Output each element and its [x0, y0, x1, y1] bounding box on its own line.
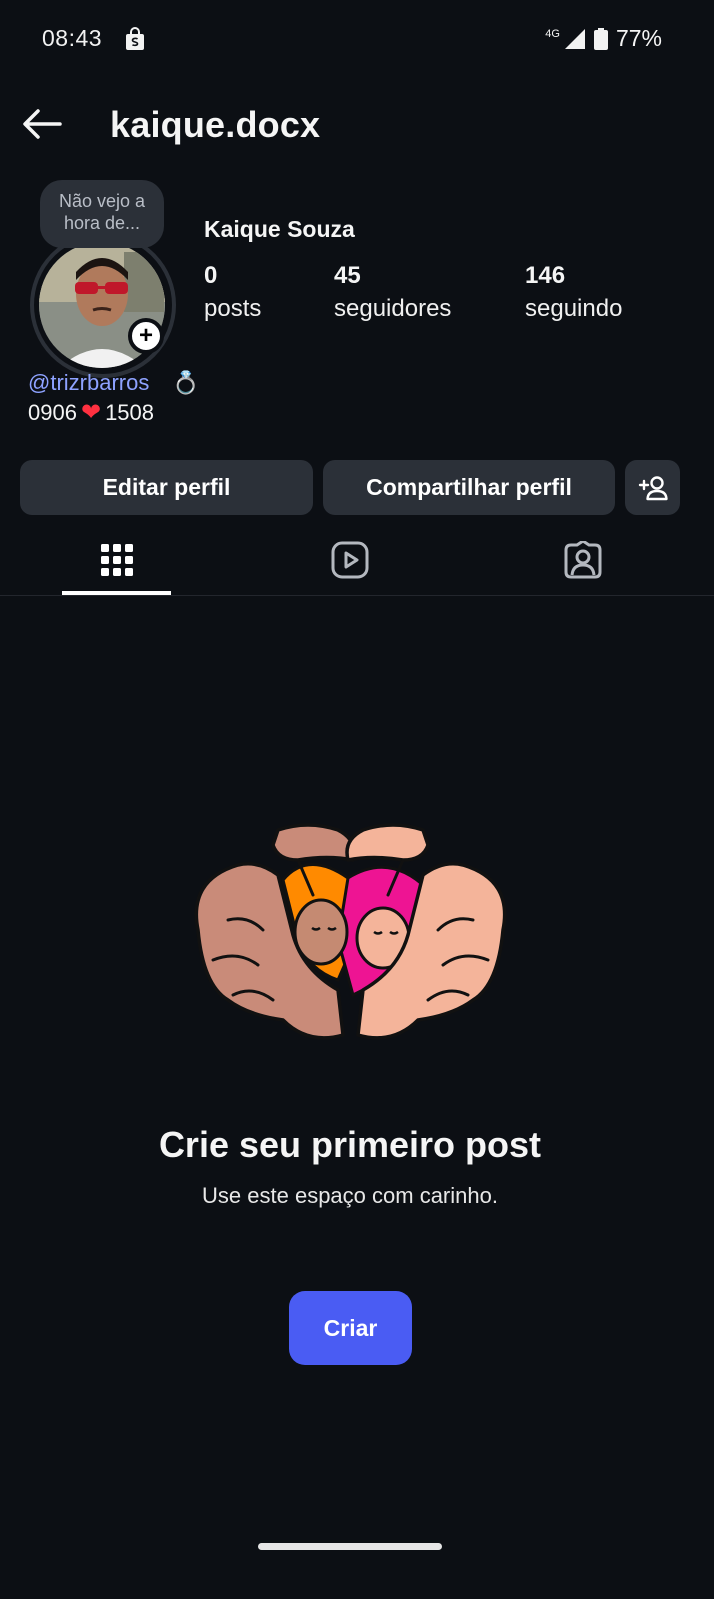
followers-count[interactable]: 45 [334, 262, 361, 290]
following-count[interactable]: 146 [525, 262, 565, 290]
shopping-bag-icon [126, 27, 144, 50]
home-indicator[interactable] [258, 1543, 442, 1550]
bio-line-dates: 0906 ❤ 1508 [28, 398, 154, 427]
heart-hands-illustration [194, 823, 507, 1040]
edit-profile-button[interactable]: Editar perfil [20, 460, 313, 515]
status-time: 08:43 [42, 25, 103, 51]
tagged-person-icon [564, 541, 602, 579]
add-story-plus-icon[interactable]: + [128, 318, 164, 354]
heart-emoji: ❤ [80, 399, 102, 426]
signal-icon [564, 28, 585, 49]
status-indicators: 4G 77% [545, 25, 662, 52]
empty-state-subtitle: Use este espaço com carinho. [202, 1183, 498, 1208]
battery-icon [593, 27, 608, 50]
note-bubble[interactable]: Não vejo a hora de... [40, 180, 164, 248]
posts-count[interactable]: 0 [204, 262, 217, 290]
back-arrow-icon[interactable] [22, 108, 62, 140]
tab-posts-grid[interactable] [62, 530, 172, 590]
discover-people-button[interactable] [625, 460, 680, 515]
posts-label[interactable]: posts [204, 295, 261, 323]
tabs-divider [0, 595, 714, 596]
display-name: Kaique Souza [204, 216, 355, 242]
following-label[interactable]: seguindo [525, 295, 622, 323]
active-tab-indicator [62, 591, 171, 595]
network-type: 4G [545, 28, 560, 40]
share-profile-button[interactable]: Compartilhar perfil [323, 460, 615, 515]
battery-percent: 77% [615, 25, 662, 51]
create-post-button[interactable]: Criar [289, 1291, 412, 1365]
followers-label[interactable]: seguidores [334, 295, 451, 323]
empty-state-title: Crie seu primeiro post [158, 1124, 542, 1165]
bio-mention-link[interactable]: @trizrbarros [28, 370, 149, 396]
reels-icon [331, 541, 369, 579]
ring-emoji: 💍 [172, 370, 200, 395]
tab-reels[interactable] [295, 530, 405, 590]
profile-username: kaique.docx [110, 104, 321, 145]
grid-icon [101, 544, 133, 576]
add-person-icon [638, 475, 668, 500]
tab-tagged[interactable] [528, 530, 638, 590]
bio-date-left: 0906 [28, 399, 77, 425]
bio-date-right: 1508 [105, 399, 155, 425]
